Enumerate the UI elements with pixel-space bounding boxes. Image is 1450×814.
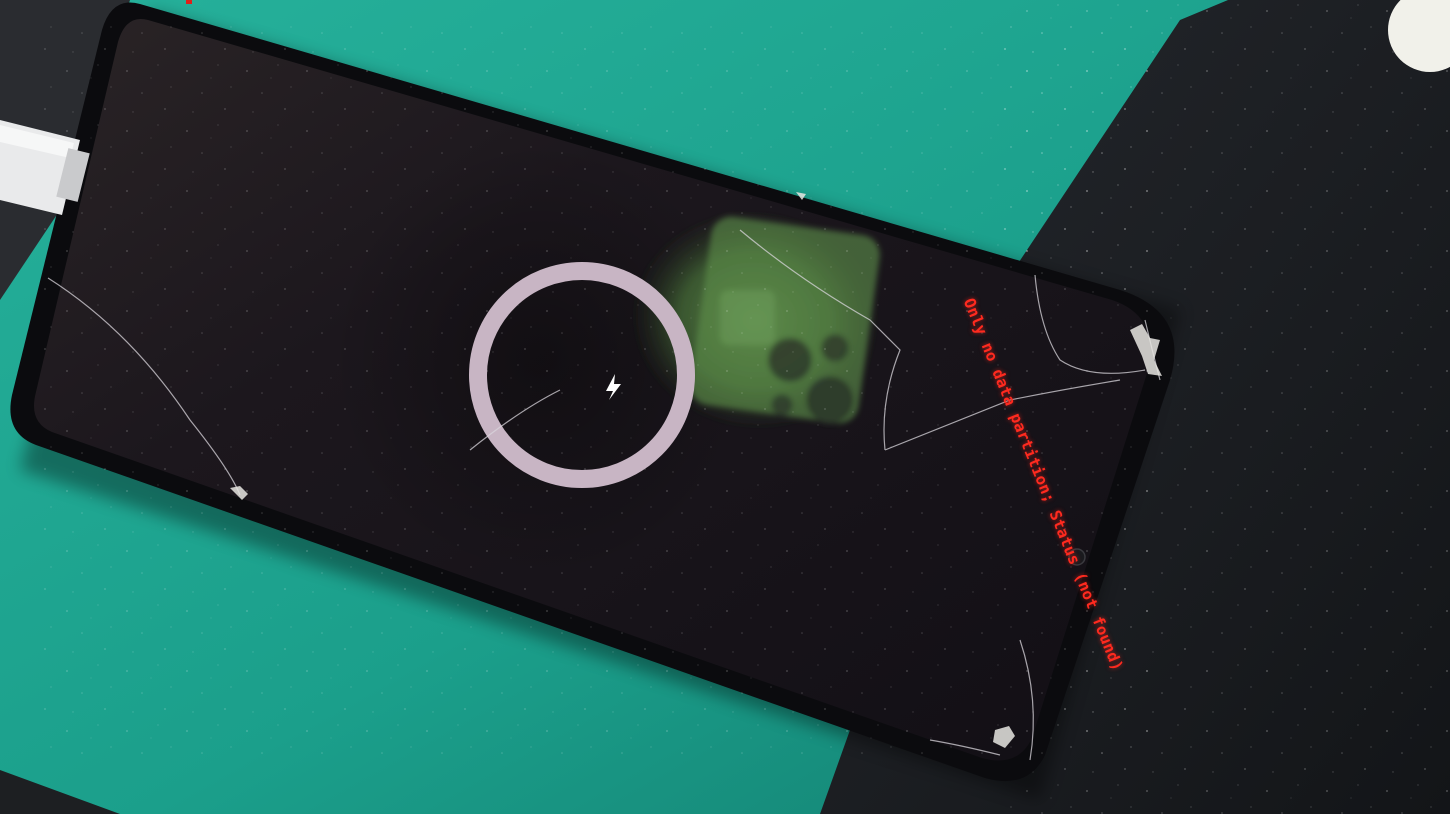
screen-dust xyxy=(40,20,1150,760)
photo-scene xyxy=(0,0,1450,814)
red-marker xyxy=(186,0,192,4)
